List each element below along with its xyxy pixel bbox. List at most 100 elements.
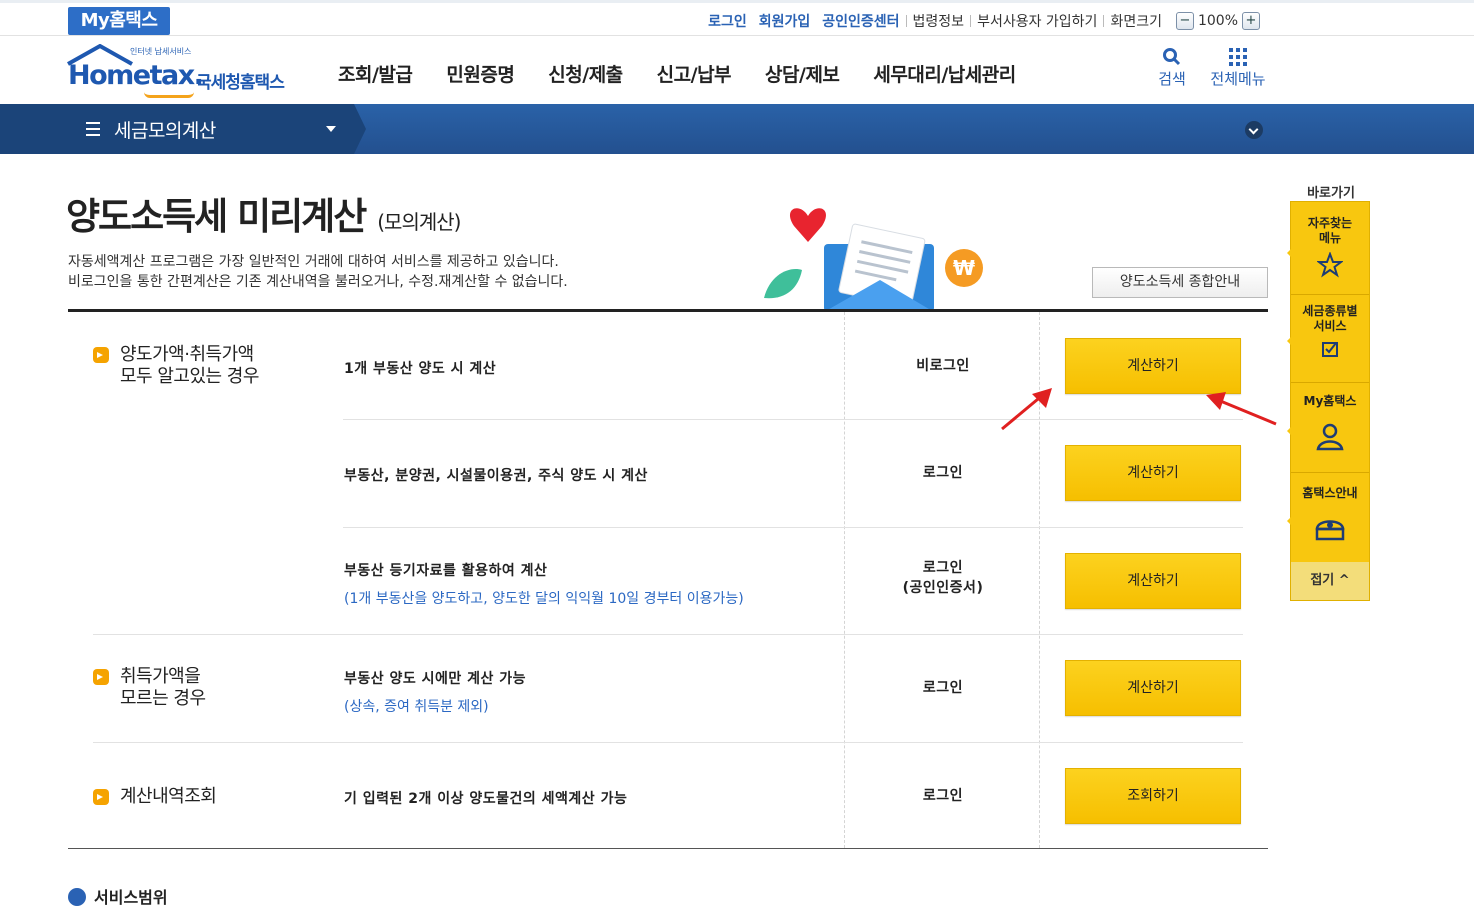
zoom-out-button[interactable]: −	[1175, 12, 1194, 30]
subnav-left-block	[0, 104, 68, 154]
quick-tab	[1287, 248, 1292, 258]
category-label: 모두 알고있는 경우	[120, 366, 259, 387]
hamburger-icon	[86, 122, 100, 136]
search-label: 검색	[1158, 70, 1186, 88]
row-divider	[93, 634, 1243, 635]
quick-item-guide[interactable]: 홈택스안내	[1291, 486, 1369, 543]
nav-item-consult[interactable]: 상담/제보	[765, 60, 840, 87]
row-auth: 로그인	[922, 680, 964, 696]
nav-item-application[interactable]: 신청/제출	[548, 60, 623, 87]
category-label: 모르는 경우	[120, 688, 206, 709]
quick-item-favorites[interactable]: 자주찾는 메뉴	[1291, 216, 1369, 278]
divider	[1103, 15, 1105, 27]
cert-center-link[interactable]: 공인인증센터	[822, 11, 899, 31]
screen-size-label: 화면크기	[1110, 14, 1162, 30]
utility-links: 로그인 회원가입 공인인증센터 법령정보 부서사용자 가입하기 화면크기 − 1…	[702, 9, 1260, 33]
logo-wordmark: Hometax.	[68, 60, 204, 91]
expand-chevron-icon[interactable]	[1245, 121, 1263, 139]
row-divider	[343, 527, 1243, 528]
divider	[970, 15, 972, 27]
quick-item-label: 홈택스안내	[1302, 486, 1358, 500]
table-top-border	[68, 309, 1268, 312]
service-scope-heading: 서비스범위	[68, 884, 168, 908]
law-info-link[interactable]: 법령정보	[913, 11, 965, 31]
nav-item-certificates[interactable]: 민원증명	[446, 60, 514, 87]
category-label: 취득가액을	[120, 666, 201, 687]
main-header: 인터넷 납세서비스 Hometax. 국세청홈택스 조회/발급 민원증명 신청/…	[0, 36, 1474, 104]
row-description: 부동산 양도 시에만 계산 가능 (상속, 증여 취득분 제외)	[344, 668, 526, 716]
category-known-prices: 양도가액·취득가액 모두 알고있는 경우	[93, 344, 259, 388]
description-line: 자동세액계산 프로그램은 가장 일반적인 거래에 대하여 서비스를 제공하고 있…	[68, 254, 559, 270]
row-auth: 비로그인	[916, 358, 970, 374]
row-auth: 로그인	[922, 788, 964, 804]
nav-item-tax-agent[interactable]: 세무대리/납세관리	[873, 60, 1016, 87]
all-menu-label: 전체메뉴	[1210, 70, 1266, 88]
row-description: 1개 부동산 양도 시 계산	[344, 358, 496, 378]
page-title: 양도소득세 미리계산 (모의계산)	[66, 186, 461, 240]
zoom-value: 100%	[1197, 13, 1238, 29]
row-auth: 로그인	[922, 465, 964, 481]
my-hometax-badge[interactable]: My홈택스	[68, 7, 170, 35]
calculate-button-multi-asset[interactable]: 계산하기	[1065, 445, 1241, 501]
all-menu-button[interactable]: 전체메뉴	[1206, 46, 1270, 89]
quick-tab	[1287, 516, 1292, 526]
dept-user-signup-link[interactable]: 부서사용자 가입하기	[977, 11, 1097, 31]
divider	[1291, 294, 1369, 295]
quick-menu-fold-button[interactable]: 접기 ^	[1291, 562, 1369, 600]
quick-menu: 자주찾는 메뉴 세금종류별 서비스 My홈택스 홈택스안내 접기 ^	[1287, 201, 1370, 601]
calculate-button-single-property[interactable]: 계산하기	[1065, 338, 1241, 394]
dropdown-caret-icon[interactable]	[326, 126, 336, 132]
signup-link[interactable]: 회원가입	[759, 11, 811, 31]
category-history: 계산내역조회	[93, 786, 217, 808]
row-divider	[93, 742, 1243, 743]
calculate-button-unknown-acquisition[interactable]: 계산하기	[1065, 660, 1241, 716]
circle-bullet-icon	[68, 888, 86, 906]
quick-item-my-hometax[interactable]: My홈택스	[1291, 394, 1369, 451]
row-desc-text: 부동산 등기자료를 활용하여 계산	[344, 563, 548, 579]
hometax-logo[interactable]: 인터넷 납세서비스 Hometax. 국세청홈택스	[66, 44, 296, 98]
submenu-title[interactable]: 세금모의계산	[114, 116, 216, 143]
logo-subtitle: 국세청홈택스	[196, 73, 285, 93]
row-auth-note: (공인인증서)	[902, 580, 984, 596]
row-sub-note: (1개 부동산을 양도하고, 양도한 달의 익익월 10일 경부터 이용가능)	[344, 591, 744, 607]
logo-tagline: 인터넷 납세서비스	[130, 47, 192, 56]
quick-tab	[1287, 426, 1292, 436]
menu-selector-arrow	[354, 104, 366, 154]
quick-item-tax-type[interactable]: 세금종류별 서비스	[1291, 304, 1369, 358]
page-title-note: (모의계산)	[377, 210, 461, 234]
tax-document-illustration: ₩	[764, 208, 983, 312]
user-icon	[1316, 423, 1344, 451]
login-link[interactable]: 로그인	[708, 11, 747, 31]
quick-item-label: My홈택스	[1303, 394, 1357, 408]
nav-item-inquiry[interactable]: 조회/발급	[338, 60, 413, 87]
search-button[interactable]: 검색	[1152, 46, 1192, 89]
annotation-arrow-icon	[1206, 392, 1277, 426]
row-auth-text: 로그인	[922, 560, 964, 576]
divider	[1291, 472, 1369, 473]
calculate-button-registry[interactable]: 계산하기	[1065, 553, 1241, 609]
capital-gains-guide-button[interactable]: 양도소득세 종합안내	[1092, 267, 1268, 298]
zoom-in-button[interactable]: +	[1242, 12, 1260, 30]
global-nav: 조회/발급 민원증명 신청/제출 신고/납부 상담/제보 세무대리/납세관리	[338, 60, 1050, 87]
checkbox-icon	[1322, 342, 1338, 357]
service-scope-text: 서비스범위	[94, 888, 168, 907]
page-title-text: 양도소득세 미리계산	[66, 195, 367, 238]
nav-item-filing[interactable]: 신고/납부	[657, 60, 732, 87]
quick-item-label: 메뉴	[1318, 231, 1342, 245]
row-divider	[343, 419, 1243, 420]
star-icon	[1317, 252, 1343, 278]
divider	[1291, 382, 1369, 383]
page-description: 자동세액계산 프로그램은 가장 일반적인 거래에 대하여 서비스를 제공하고 있…	[68, 252, 568, 292]
inquiry-button-history[interactable]: 조회하기	[1065, 768, 1241, 824]
description-line: 비로그인을 통한 간편계산은 기존 계산내역을 불러오거나, 수정.재계산할 수…	[68, 274, 568, 290]
guide-icon	[1315, 520, 1345, 541]
row-description: 기 입력된 2개 이상 양도물건의 세액계산 가능	[344, 788, 627, 808]
row-desc-text: 기 입력된 2개 이상 양도물건의 세액계산 가능	[344, 791, 628, 807]
svg-text:₩: ₩	[953, 256, 975, 280]
quick-menu-label: 바로가기	[1307, 186, 1355, 201]
top-utility-bar: My홈택스 로그인 회원가입 공인인증센터 법령정보 부서사용자 가입하기 화면…	[0, 0, 1474, 36]
quick-item-label: 서비스	[1313, 319, 1347, 333]
row-description: 부동산, 분양권, 시설물이용권, 주식 양도 시 계산	[344, 465, 648, 485]
category-label: 계산내역조회	[120, 786, 217, 807]
row-desc-text: 부동산 양도 시에만 계산 가능	[344, 671, 527, 687]
